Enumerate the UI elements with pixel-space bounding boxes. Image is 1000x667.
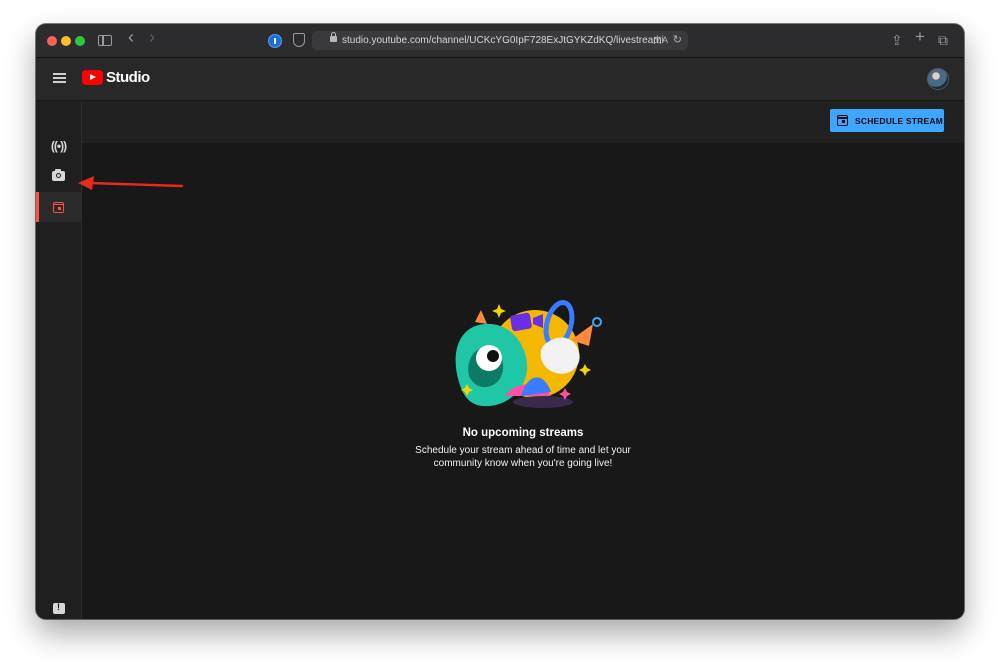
empty-state-description: Schedule your stream ahead of time and l…	[398, 444, 648, 470]
camera-icon	[52, 169, 65, 181]
zoom-window-button[interactable]	[75, 36, 85, 46]
reload-icon[interactable]: ↻	[673, 33, 682, 47]
calendar-icon	[837, 115, 848, 126]
privacy-shield-icon[interactable]	[293, 33, 305, 47]
nav-item-stream[interactable]: ((•))	[36, 131, 81, 161]
browser-window: ‹ › studio.youtube.com/channel/UCKcYG0Ip…	[36, 24, 964, 619]
nav-item-webcam[interactable]	[36, 161, 81, 191]
new-tab-icon[interactable]: +	[915, 28, 925, 45]
studio-logo-text[interactable]: Studio	[106, 69, 150, 87]
menu-icon[interactable]	[53, 73, 66, 83]
annotation-arrow	[78, 176, 184, 190]
sidebar-toggle-icon[interactable]	[98, 35, 112, 46]
action-bar: SCHEDULE STREAM	[82, 101, 964, 143]
send-feedback-button[interactable]	[36, 593, 81, 619]
main-content: SCHEDULE STREAM No upcoming streams Sche…	[82, 101, 964, 619]
empty-state-title: No upcoming streams	[462, 427, 584, 439]
nav-item-manage[interactable]	[36, 192, 81, 222]
calendar-icon	[53, 201, 64, 213]
avatar[interactable]	[927, 68, 949, 90]
browser-toolbar: ‹ › studio.youtube.com/channel/UCKcYG0Ip…	[36, 24, 964, 58]
forward-icon[interactable]: ›	[149, 28, 155, 46]
schedule-stream-button[interactable]: SCHEDULE STREAM	[830, 109, 944, 132]
studio-header: Studio	[36, 58, 964, 101]
url-text[interactable]: studio.youtube.com/channel/UCKcYG0IpF728…	[342, 34, 664, 48]
lock-icon	[330, 32, 337, 42]
back-icon[interactable]: ‹	[128, 28, 134, 46]
feedback-icon	[52, 602, 65, 614]
share-icon[interactable]: ⇪	[891, 32, 903, 48]
password-manager-icon[interactable]	[268, 34, 282, 48]
close-window-button[interactable]	[47, 36, 57, 46]
minimize-window-button[interactable]	[61, 36, 71, 46]
live-broadcast-icon: ((•))	[50, 139, 67, 153]
address-bar[interactable]: studio.youtube.com/channel/UCKcYG0IpF728…	[312, 31, 688, 50]
empty-state-illustration	[455, 300, 602, 408]
translate-icon[interactable]: 文A	[653, 34, 668, 47]
youtube-logo-icon[interactable]	[82, 70, 103, 85]
empty-state-description-line: community know when you're going live!	[433, 458, 613, 469]
schedule-stream-label: SCHEDULE STREAM	[855, 115, 944, 126]
empty-state-description-line: Schedule your stream ahead of time and l…	[415, 445, 631, 456]
tab-overview-icon[interactable]: ⧉	[938, 32, 948, 48]
